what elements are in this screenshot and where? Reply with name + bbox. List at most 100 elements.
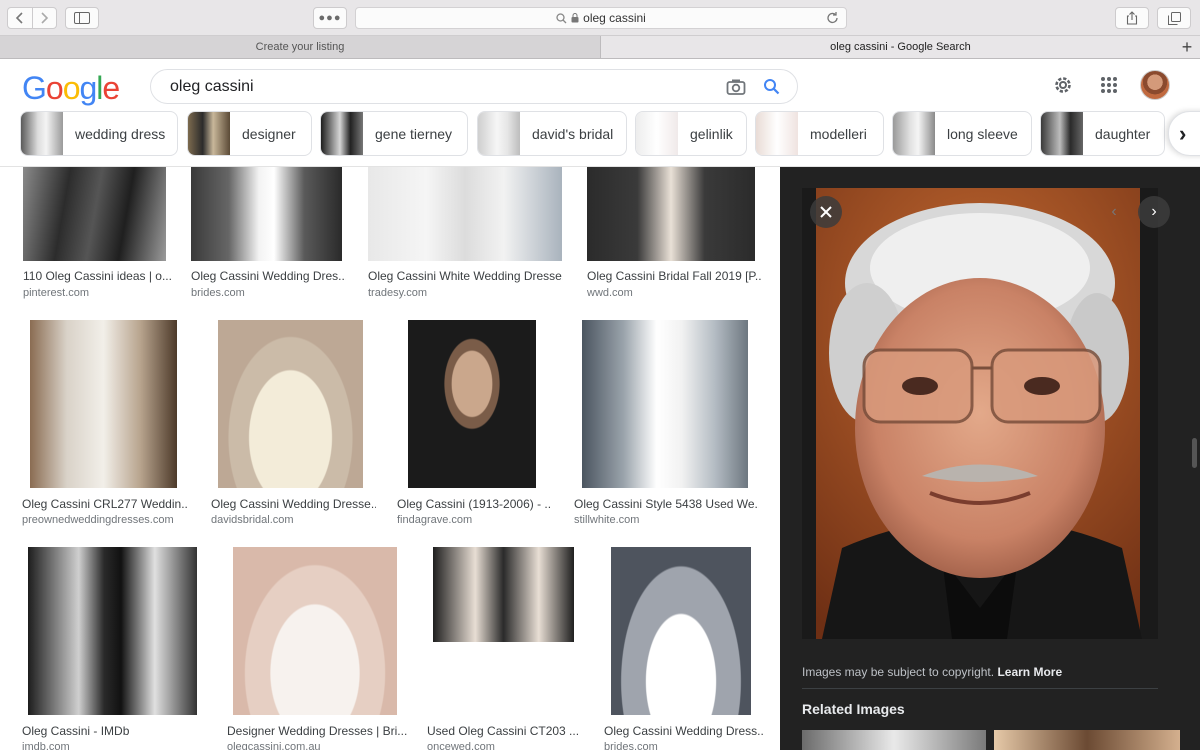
result-thumbnail[interactable]: [408, 320, 536, 488]
preview-image[interactable]: [802, 188, 1158, 639]
result-card[interactable]: Designer Wedding Dresses | Bri... olegca…: [223, 545, 408, 750]
related-images-heading: Related Images: [802, 701, 905, 717]
tab-bar: Create your listing oleg cassini - Googl…: [0, 36, 1200, 59]
back-button[interactable]: [8, 8, 32, 28]
camera-icon[interactable]: [726, 78, 746, 96]
result-title[interactable]: Oleg Cassini Bridal Fall 2019 [P...: [587, 269, 762, 283]
address-bar[interactable]: oleg cassini: [355, 7, 847, 29]
learn-more-link[interactable]: Learn More: [997, 665, 1062, 679]
chip-long-sleeve[interactable]: long sleeve: [892, 111, 1032, 156]
search-box: [150, 69, 798, 104]
result-title[interactable]: Oleg Cassini - IMDb: [22, 724, 207, 738]
chip-thumbnail: [1041, 112, 1083, 155]
copyright-notice: Images may be subject to copyright. Lear…: [802, 665, 1062, 679]
result-title[interactable]: Oleg Cassini Wedding Dresse...: [211, 497, 376, 511]
chip-label: long sleeve: [947, 125, 1018, 142]
result-card[interactable]: 110 Oleg Cassini ideas | o... pinterest.…: [20, 167, 173, 299]
chip-thumbnail: [188, 112, 230, 155]
result-source: davidsbridal.com: [211, 514, 294, 526]
result-title[interactable]: Oleg Cassini Wedding Dres...: [191, 269, 346, 283]
result-source: brides.com: [604, 741, 658, 750]
gear-icon[interactable]: [1052, 74, 1074, 96]
chip-label: gene tierney: [375, 125, 453, 142]
chip-label: david's bridal: [532, 125, 614, 142]
tab-google-search[interactable]: oleg cassini - Google Search: [600, 36, 1200, 58]
result-card[interactable]: Used Oleg Cassini CT203 ... oncewed.com: [423, 545, 588, 750]
result-card[interactable]: Oleg Cassini - IMDb imdb.com: [18, 545, 208, 750]
apps-grid-icon[interactable]: [1100, 76, 1118, 94]
chip-modelleri[interactable]: modelleri: [755, 111, 884, 156]
result-card[interactable]: Oleg Cassini Wedding Dresse... davidsbri…: [207, 318, 382, 528]
result-thumbnail[interactable]: [433, 547, 574, 642]
history-nav: [7, 7, 57, 29]
share-button[interactable]: [1115, 7, 1149, 29]
next-image-button[interactable]: ›: [1138, 196, 1170, 228]
result-title[interactable]: Used Oleg Cassini CT203 ...: [427, 724, 587, 738]
result-title[interactable]: 110 Oleg Cassini ideas | o...: [23, 269, 173, 283]
result-source: wwd.com: [587, 287, 633, 299]
result-thumbnail[interactable]: [368, 167, 562, 261]
search-icon[interactable]: [763, 78, 781, 96]
chip-label: designer: [242, 125, 296, 142]
result-thumbnail[interactable]: [28, 547, 197, 715]
chip-wedding-dress[interactable]: wedding dress: [20, 111, 178, 156]
logo-letter: o: [45, 70, 64, 106]
chip-gelinlik[interactable]: gelinlik: [635, 111, 747, 156]
tab-create-listing[interactable]: Create your listing: [0, 36, 600, 58]
result-thumbnail[interactable]: [218, 320, 363, 488]
sidebar-button[interactable]: [65, 7, 99, 29]
logo-letter: g: [79, 70, 97, 106]
chevron-left-icon: ‹: [1111, 203, 1117, 220]
chip-thumbnail: [756, 112, 798, 155]
google-logo[interactable]: Google: [22, 70, 120, 107]
refinement-chips: wedding dress designer gene tierney davi…: [0, 111, 1200, 157]
sidebar-icon: [74, 12, 90, 24]
result-title[interactable]: Oleg Cassini Wedding Dress...: [604, 724, 764, 738]
result-source: olegcassini.com.au: [227, 741, 321, 750]
result-title[interactable]: Oleg Cassini White Wedding Dresse...: [368, 269, 563, 283]
search-input[interactable]: [170, 76, 710, 98]
reload-icon[interactable]: [826, 11, 839, 25]
chip-designer[interactable]: designer: [187, 111, 312, 156]
chip-gene-tierney[interactable]: gene tierney: [320, 111, 468, 156]
result-title[interactable]: Oleg Cassini CRL277 Weddin...: [22, 497, 187, 511]
related-image-thumbnail[interactable]: [994, 730, 1180, 750]
result-title[interactable]: Oleg Cassini Style 5438 Used We...: [574, 497, 759, 511]
logo-letter: o: [62, 70, 81, 106]
result-thumbnail[interactable]: [582, 320, 748, 488]
portrait-illustration: [802, 188, 1158, 639]
result-thumbnail[interactable]: [611, 547, 751, 715]
chip-thumbnail: [636, 112, 678, 155]
result-card[interactable]: Oleg Cassini Wedding Dres... brides.com: [188, 167, 348, 299]
result-card[interactable]: Oleg Cassini CRL277 Weddin... preownedwe…: [18, 318, 188, 528]
result-card[interactable]: Oleg Cassini White Wedding Dresse... tra…: [365, 167, 565, 299]
related-image-thumbnail[interactable]: [802, 730, 986, 750]
chip-davids-bridal[interactable]: david's bridal: [477, 111, 627, 156]
result-thumbnail[interactable]: [23, 167, 166, 261]
top-sites-button[interactable]: ●●●: [313, 7, 347, 29]
result-card[interactable]: Oleg Cassini Wedding Dress... brides.com: [600, 545, 765, 750]
avatar[interactable]: [1140, 70, 1170, 100]
close-button[interactable]: [810, 196, 842, 228]
panel-scrollbar[interactable]: [1192, 438, 1197, 468]
result-thumbnail[interactable]: [191, 167, 342, 261]
result-thumbnail[interactable]: [587, 167, 755, 261]
result-title[interactable]: Designer Wedding Dresses | Bri...: [227, 724, 407, 738]
chip-daughter[interactable]: daughter: [1040, 111, 1165, 156]
logo-letter: e: [102, 70, 120, 106]
forward-button[interactable]: [31, 8, 57, 28]
tabs-overview-button[interactable]: [1157, 7, 1191, 29]
result-card[interactable]: Oleg Cassini Bridal Fall 2019 [P... wwd.…: [584, 167, 764, 299]
chips-next-button[interactable]: ›: [1168, 111, 1200, 156]
result-thumbnail[interactable]: [233, 547, 397, 715]
result-card[interactable]: Oleg Cassini (1913-2006) - ... findagrav…: [393, 318, 558, 528]
new-tab-icon[interactable]: +: [1174, 36, 1200, 58]
result-title[interactable]: Oleg Cassini (1913-2006) - ...: [397, 497, 552, 511]
previous-image-button[interactable]: ‹: [1098, 196, 1130, 228]
result-thumbnail[interactable]: [30, 320, 177, 488]
close-icon: [820, 206, 832, 218]
chip-thumbnail: [893, 112, 935, 155]
result-card[interactable]: Oleg Cassini Style 5438 Used We... still…: [570, 318, 760, 528]
chip-label: modelleri: [810, 125, 867, 142]
result-source: tradesy.com: [368, 287, 428, 299]
